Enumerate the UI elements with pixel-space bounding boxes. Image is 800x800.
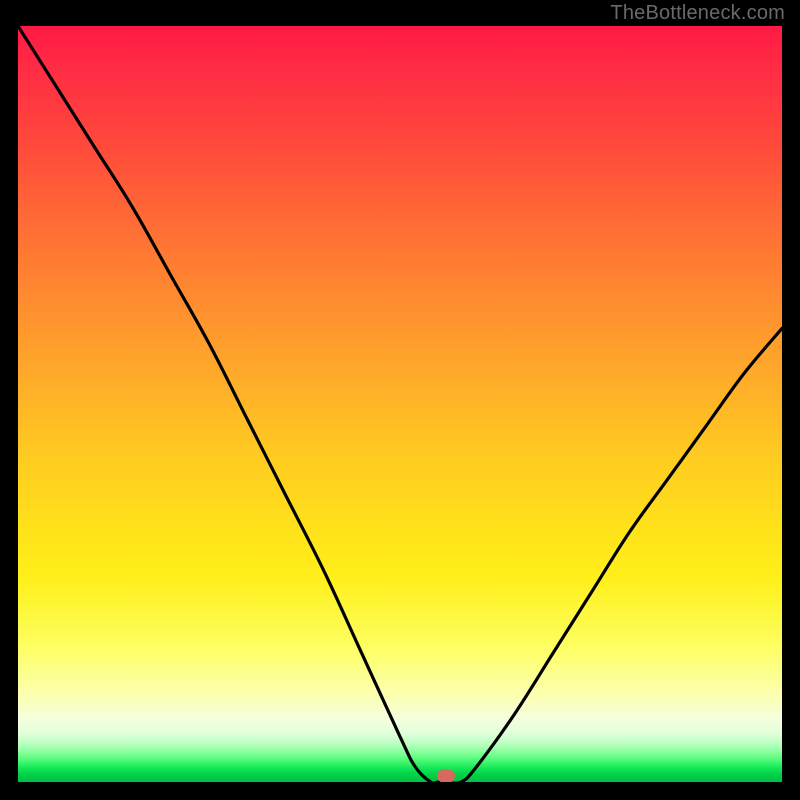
optimum-marker <box>437 770 455 783</box>
chart-frame: TheBottleneck.com <box>0 0 800 800</box>
bottleneck-curve <box>18 26 782 782</box>
watermark-text: TheBottleneck.com <box>610 2 785 25</box>
plot-area <box>18 26 782 782</box>
